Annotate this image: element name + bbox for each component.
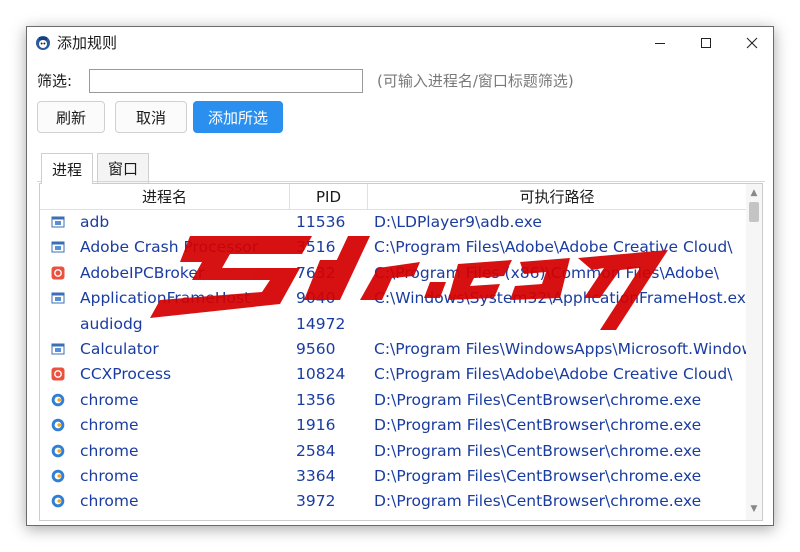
table-row[interactable]: audiodg 14972: [40, 312, 746, 337]
tab-process[interactable]: 进程: [41, 153, 93, 184]
row-process-name: chrome: [80, 390, 139, 409]
table-row[interactable]: CCXProcess 10824 C:\Program Files\Adobe\Ad…: [40, 362, 746, 387]
filter-input[interactable]: [89, 69, 363, 93]
process-list: 进程名 PID 可执行路径 adb 11536 D:\LDPlayer9\adb.e…: [39, 183, 763, 521]
list-header: 进程名 PID 可执行路径: [40, 184, 746, 210]
row-process-name: Adobe Crash Processor: [80, 238, 259, 257]
column-header-path[interactable]: 可执行路径: [368, 184, 746, 210]
row-process-name: chrome: [80, 466, 139, 485]
row-process-name: Calculator: [80, 339, 159, 358]
row-pid: 3516: [296, 238, 336, 257]
table-row[interactable]: ApplicationFrameHost 9040 C:\Windows\Syste…: [40, 286, 746, 311]
row-process-name: adb: [80, 213, 110, 231]
row-pid: 1916: [296, 416, 336, 435]
row-executable-path: C:\Windows\System32\ApplicationFrameHost…: [374, 289, 746, 308]
scroll-down-icon[interactable]: ▼: [746, 502, 762, 516]
tab-window[interactable]: 窗口: [97, 153, 149, 183]
scrollbar-thumb[interactable]: [749, 202, 759, 222]
row-pid: 7632: [296, 263, 336, 282]
filter-label: 筛选:: [37, 72, 73, 90]
row-process-name: audiodg: [80, 314, 143, 333]
window-app-icon: [51, 343, 65, 355]
row-executable-path: C:\Program Files (x86)\Common Files\Adob…: [374, 263, 719, 282]
row-pid: 3972: [296, 492, 336, 511]
row-pid: 3364: [296, 466, 336, 485]
row-executable-path: D:\LDPlayer9\adb.exe: [374, 213, 542, 231]
close-icon: [746, 37, 758, 49]
app-icon: [36, 36, 50, 50]
row-executable-path: D:\Program Files\CentBrowser\chrome.exe: [374, 390, 702, 409]
window-app-icon: [51, 241, 65, 253]
column-header-pid[interactable]: PID: [290, 184, 368, 210]
table-row[interactable]: chrome 2584 D:\Program Files\CentBrowser\c…: [40, 439, 746, 464]
cent-browser-icon: [51, 444, 65, 457]
vertical-scrollbar[interactable]: ▲ ▼: [746, 184, 762, 520]
tab-divider: [37, 181, 765, 182]
row-pid: 1356: [296, 390, 336, 409]
row-executable-path: D:\Program Files\CentBrowser\chrome.exe: [374, 492, 702, 511]
table-row[interactable]: chrome 1916 D:\Program Files\CentBrowser\c…: [40, 413, 746, 438]
adobe-cc-icon: [51, 367, 65, 381]
row-executable-path: C:\Program Files\Adobe\Adobe Creative Cl…: [374, 238, 733, 257]
title-bar[interactable]: 添加规则: [27, 27, 773, 59]
window-app-icon: [51, 216, 65, 228]
row-pid: 9040: [296, 289, 336, 308]
column-header-name[interactable]: 进程名: [40, 184, 290, 210]
table-row[interactable]: AdobeIPCBroker 7632 C:\Program Files (x86)…: [40, 261, 746, 286]
maximize-icon: [701, 38, 711, 48]
cent-browser-icon: [51, 494, 65, 508]
row-executable-path: D:\Program Files\CentBrowser\chrome.exe: [374, 416, 702, 435]
cent-browser-icon: [51, 469, 65, 483]
add-rule-dialog: 添加规则 筛选: (可输入进程名/窗口标题筛选) 刷新 取消 添加所选 进程 窗…: [26, 26, 774, 526]
row-process-name: CCXProcess: [80, 365, 172, 384]
row-pid: 2584: [296, 441, 336, 460]
table-row[interactable]: adb 11536 D:\LDPlayer9\adb.exe: [40, 210, 746, 235]
table-row[interactable]: chrome 3972 D:\Program Files\CentBrowser\c…: [40, 489, 746, 514]
minimize-icon: [655, 43, 665, 44]
table-row[interactable]: chrome 1356 D:\Program Files\CentBrowser\c…: [40, 388, 746, 413]
table-row[interactable]: Calculator 9560 C:\Program Files\WindowsAp…: [40, 337, 746, 362]
row-process-name: chrome: [80, 492, 139, 511]
window-title: 添加规则: [57, 34, 118, 52]
row-pid: 9560: [296, 339, 336, 358]
refresh-button[interactable]: 刷新: [37, 101, 105, 133]
filter-hint: (可输入进程名/窗口标题筛选): [377, 72, 574, 90]
row-executable-path: D:\Program Files\CentBrowser\chrome.exe: [374, 466, 702, 485]
row-executable-path: D:\Program Files\CentBrowser\chrome.exe: [374, 441, 702, 460]
row-pid: 10824: [296, 365, 346, 384]
row-process-name: chrome: [80, 416, 139, 435]
adobe-cc-icon: [51, 266, 65, 280]
maximize-button[interactable]: [683, 27, 729, 59]
cent-browser-icon: [51, 393, 65, 407]
window-app-icon: [51, 292, 65, 304]
close-button[interactable]: [729, 27, 773, 59]
table-row[interactable]: Adobe Crash Processor 3516 C:\Program File…: [40, 235, 746, 260]
row-process-name: AdobeIPCBroker: [80, 263, 205, 282]
cent-browser-icon: [51, 418, 65, 432]
cancel-button[interactable]: 取消: [115, 101, 187, 133]
row-executable-path: C:\Program Files\Adobe\Adobe Creative Cl…: [374, 365, 733, 384]
scroll-up-icon[interactable]: ▲: [746, 186, 762, 200]
row-process-name: ApplicationFrameHost: [80, 289, 251, 308]
table-row[interactable]: chrome 3364 D:\Program Files\CentBrowser\c…: [40, 464, 746, 489]
add-selected-button[interactable]: 添加所选: [193, 101, 283, 133]
minimize-button[interactable]: [637, 27, 683, 59]
row-process-name: chrome: [80, 441, 139, 460]
row-pid: 11536: [296, 213, 346, 231]
list-rows: adb 11536 D:\LDPlayer9\adb.exe Adobe Crash …: [40, 210, 746, 515]
row-pid: 14972: [296, 314, 346, 333]
row-executable-path: C:\Program Files\WindowsApps\Microsoft.W…: [374, 339, 746, 358]
